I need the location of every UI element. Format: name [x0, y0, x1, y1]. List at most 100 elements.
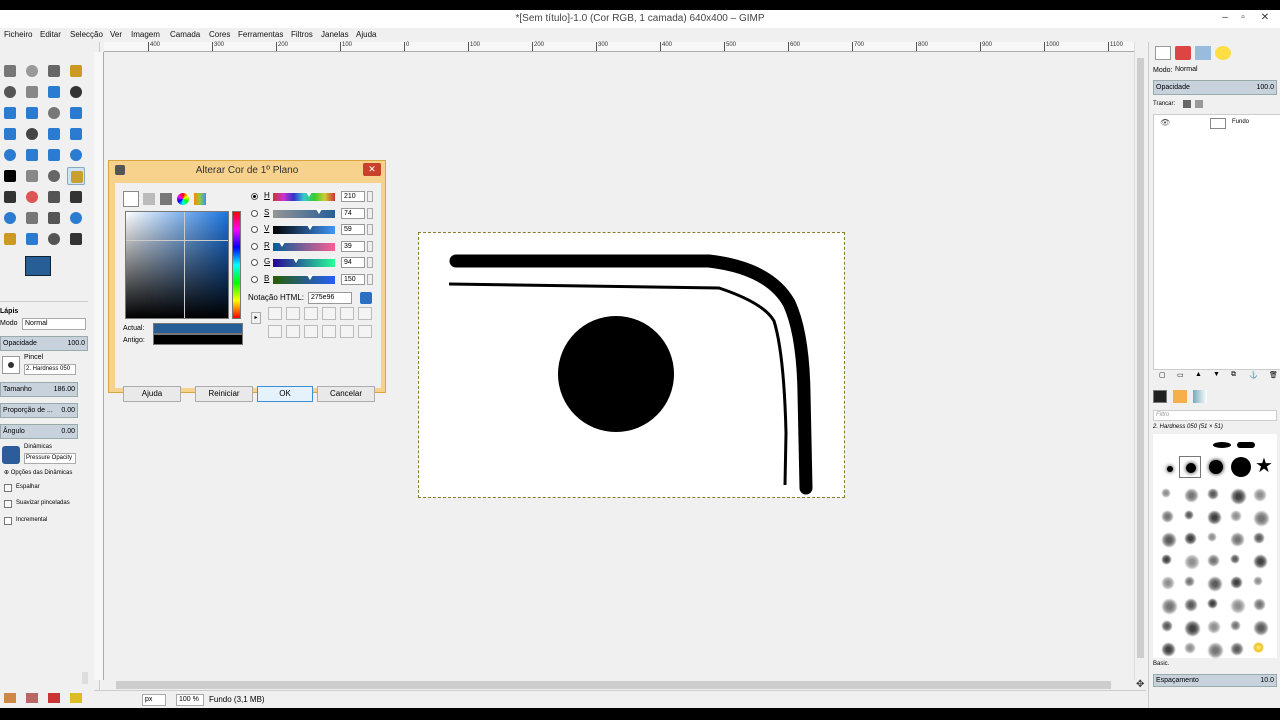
brush-item[interactable] — [1161, 598, 1178, 615]
brush-grid[interactable]: ★ — [1153, 434, 1277, 659]
perspective-clone-tool-icon[interactable] — [45, 209, 63, 227]
menu-seleccao[interactable]: Selecção — [70, 30, 103, 39]
flip-tool-icon[interactable] — [45, 146, 63, 164]
channel-spinner[interactable] — [367, 240, 373, 252]
angle-slider[interactable]: Ângulo 0.00 — [0, 424, 78, 439]
brush-item[interactable] — [1230, 488, 1247, 505]
brush-preview[interactable] — [2, 356, 20, 374]
brush-item[interactable] — [1161, 532, 1177, 548]
brush-item[interactable] — [1207, 598, 1218, 609]
brush-item[interactable] — [1230, 554, 1240, 564]
crop-tool-icon[interactable] — [23, 125, 41, 143]
menu-cores[interactable]: Cores — [209, 30, 230, 39]
close-window-button[interactable]: ✕ — [1258, 12, 1272, 24]
channel-slider-v[interactable] — [273, 225, 335, 234]
clone-tool-icon[interactable] — [23, 209, 41, 227]
menu-imagem[interactable]: Imagem — [131, 30, 160, 39]
html-notation-input[interactable]: 275e96 — [308, 292, 352, 304]
measure-tool-icon[interactable] — [45, 104, 63, 122]
blur-tool-icon[interactable] — [67, 209, 85, 227]
dynamics-options-expander[interactable]: ⊕ Opções das Dinâmicas — [4, 469, 72, 476]
foreground-color-swatch[interactable] — [25, 256, 51, 276]
opacity-slider[interactable]: Opacidade 100.0 — [0, 336, 88, 351]
vertical-scroll-thumb[interactable] — [1137, 58, 1144, 658]
brush-item[interactable] — [1207, 532, 1217, 542]
cancel-button[interactable]: Cancelar — [317, 386, 375, 402]
color-square[interactable] — [125, 211, 229, 319]
horizontal-scroll-thumb[interactable] — [116, 681, 1111, 689]
zoom-select[interactable]: 100 % — [176, 694, 204, 706]
brush-item[interactable] — [1230, 598, 1246, 614]
brush-item[interactable] — [1161, 510, 1174, 523]
channel-value-input[interactable]: 150 — [341, 273, 365, 285]
new-group-icon[interactable]: ▭ — [1177, 371, 1184, 379]
brush-item[interactable] — [1184, 488, 1199, 503]
rect-select-tool-icon[interactable] — [1, 62, 19, 80]
brush-item[interactable] — [1161, 642, 1176, 657]
eye-icon[interactable]: 👁 — [1160, 118, 1170, 127]
channel-value-input[interactable]: 59 — [341, 224, 365, 235]
channel-slider-h[interactable] — [273, 192, 335, 201]
brush-item[interactable] — [1253, 510, 1270, 527]
brush-item[interactable] — [1161, 576, 1175, 590]
star-brush-icon[interactable]: ★ — [1255, 453, 1273, 478]
dodge-burn-tool-icon[interactable] — [23, 230, 41, 248]
menu-editar[interactable]: Editar — [40, 30, 61, 39]
history-swatch[interactable] — [286, 325, 300, 338]
brush-item[interactable] — [1231, 457, 1251, 477]
paintbrush-tool-icon[interactable] — [1, 188, 19, 206]
brush-item[interactable] — [1253, 576, 1263, 586]
move-tool-icon[interactable] — [67, 104, 85, 122]
unit-select[interactable]: px — [142, 694, 166, 706]
mybrush-tool-icon[interactable] — [1, 209, 19, 227]
ruler-top[interactable]: 400 300 200 100 0 100 200 300 400 500 600 700 800 900… — [104, 42, 1134, 52]
save-options-icon[interactable] — [4, 693, 16, 703]
mode-select[interactable]: Normal — [22, 318, 86, 330]
brush-item[interactable] — [1184, 598, 1198, 612]
brush-item[interactable] — [1230, 576, 1243, 589]
brush-item[interactable] — [1207, 620, 1221, 634]
history-swatch[interactable] — [340, 325, 354, 338]
minimize-button[interactable]: – — [1218, 12, 1232, 24]
perspective-tool-icon[interactable] — [23, 146, 41, 164]
channel-slider-b[interactable] — [273, 274, 335, 284]
brush-item[interactable] — [1161, 554, 1172, 565]
slider-handle-icon[interactable] — [306, 274, 313, 280]
history-swatch[interactable] — [322, 307, 336, 320]
brush-item[interactable] — [1213, 442, 1231, 448]
slider-handle-icon[interactable] — [306, 225, 313, 230]
ellipse-select-tool-icon[interactable] — [23, 62, 41, 80]
duplicate-layer-icon[interactable]: ⧉ — [1231, 371, 1236, 379]
brush-item[interactable] — [1167, 466, 1173, 472]
reset-button[interactable]: Reiniciar — [195, 386, 253, 402]
channel-slider-s[interactable] — [273, 208, 335, 218]
paths-tool-icon[interactable] — [67, 83, 85, 101]
lock-alpha-icon[interactable] — [1195, 100, 1203, 108]
toolbox-scrollbar[interactable] — [82, 672, 88, 684]
history-swatch[interactable] — [268, 307, 282, 320]
incremental-checkbox[interactable] — [4, 517, 12, 525]
smooth-checkbox[interactable] — [4, 500, 12, 508]
brush-item[interactable] — [1237, 442, 1255, 448]
brush-item[interactable] — [1230, 510, 1242, 522]
delete-layer-icon[interactable]: 🗑 — [1269, 371, 1278, 379]
channels-tab-icon[interactable] — [1175, 46, 1191, 60]
brush-item[interactable] — [1184, 510, 1194, 520]
history-swatch[interactable] — [268, 325, 282, 338]
free-select-tool-icon[interactable] — [45, 62, 63, 80]
layers-mode-select[interactable]: Normal — [1175, 66, 1275, 77]
raise-layer-icon[interactable]: ▲ — [1195, 371, 1202, 378]
channel-spinner[interactable] — [367, 224, 373, 235]
lock-pixels-icon[interactable] — [1183, 100, 1191, 108]
color-picker-icon[interactable] — [360, 292, 372, 304]
channel-radio-r[interactable] — [251, 242, 258, 250]
menu-filtros[interactable]: Filtros — [291, 30, 313, 39]
brush-item[interactable] — [1184, 554, 1200, 570]
brush-item[interactable] — [1184, 642, 1196, 654]
history-swatch[interactable] — [358, 325, 372, 338]
channel-value-input[interactable]: 74 — [341, 207, 365, 219]
channel-value-input[interactable]: 39 — [341, 240, 365, 252]
channel-radio-b[interactable] — [251, 275, 258, 283]
channel-value-input[interactable]: 94 — [341, 257, 365, 268]
maximize-button[interactable]: ▫ — [1236, 12, 1250, 24]
